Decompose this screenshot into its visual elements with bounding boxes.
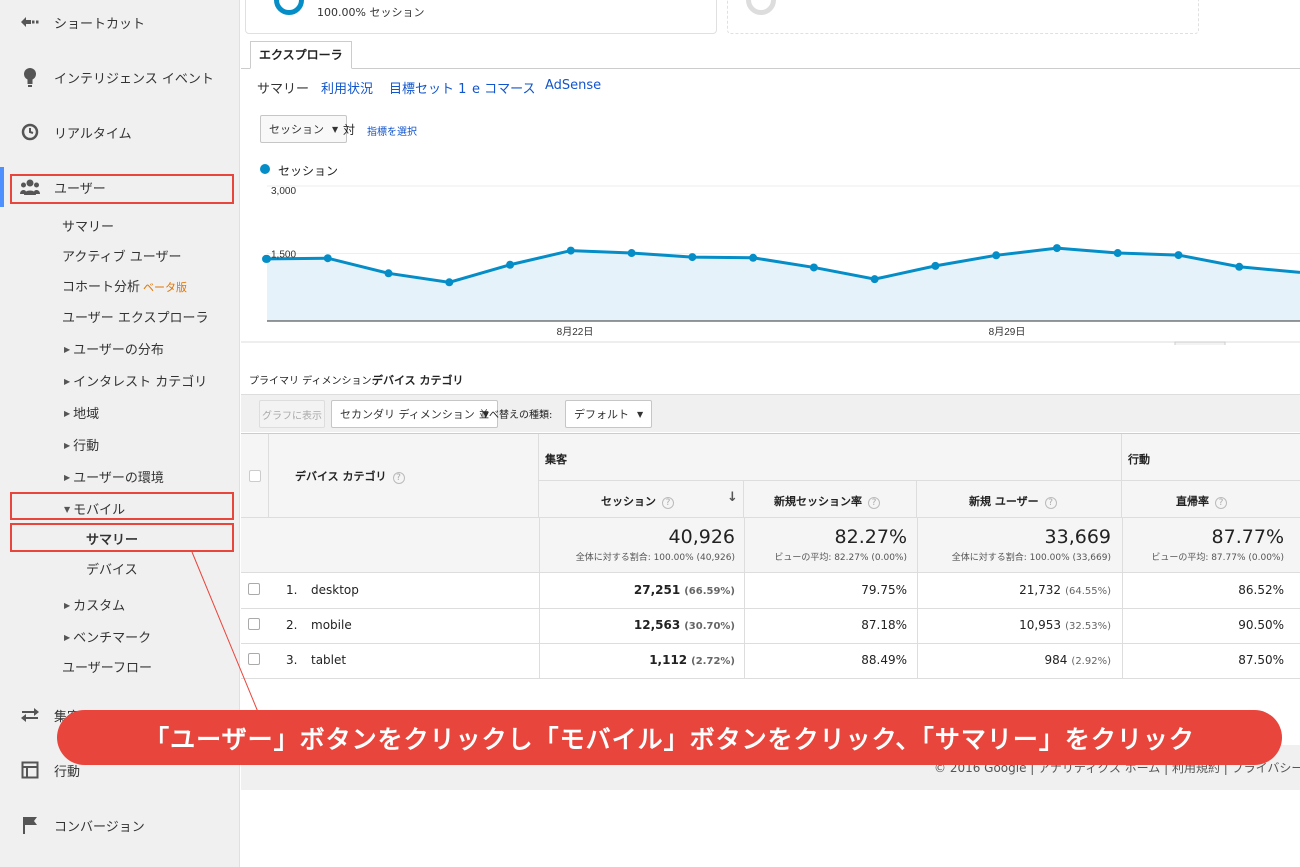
instruction-callout: 「ユーザー」ボタンをクリックし「モバイル」ボタンをクリック、「サマリー」をクリッ… [57,710,1282,765]
